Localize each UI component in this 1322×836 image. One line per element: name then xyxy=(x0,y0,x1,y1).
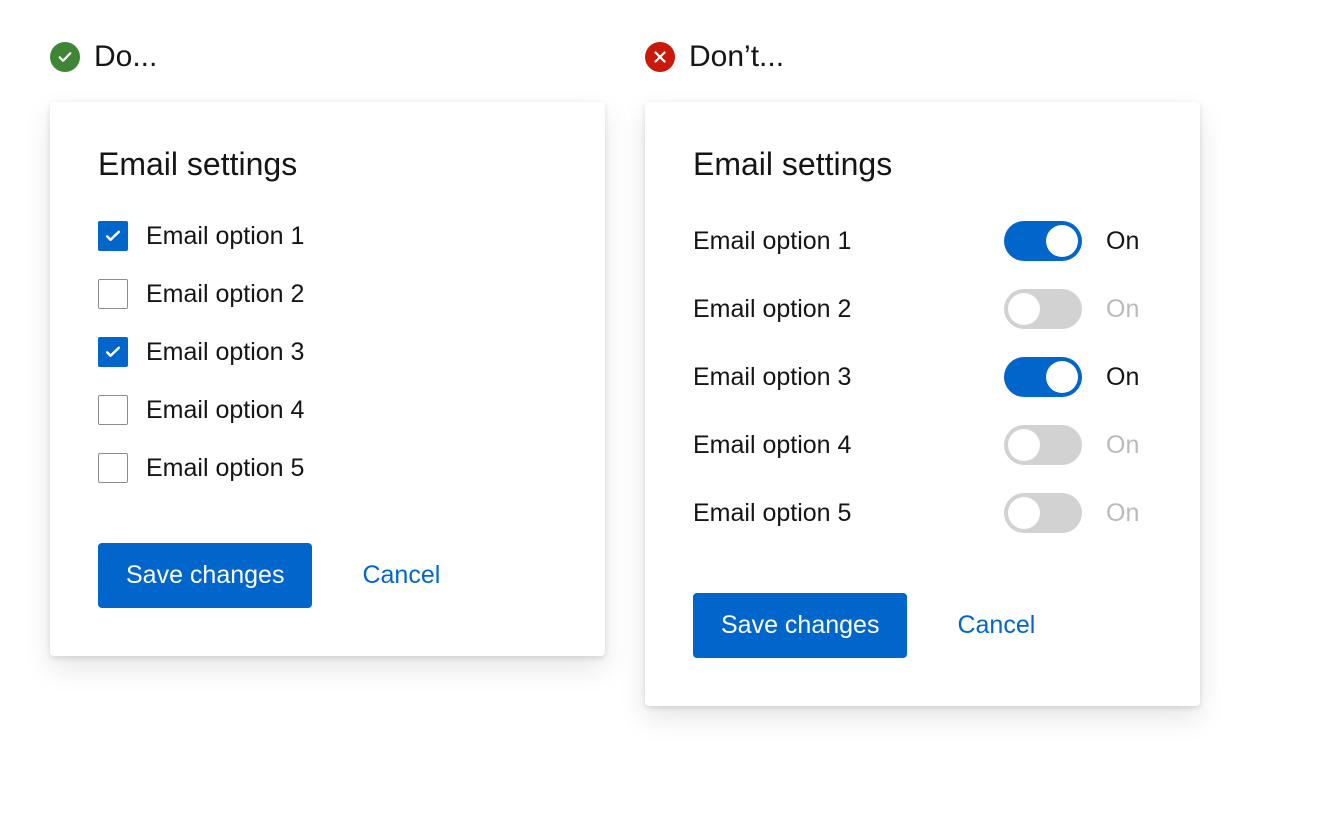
switch-row: Email option 4 On xyxy=(693,425,1152,465)
switch-label: Email option 5 xyxy=(693,499,980,528)
checkbox[interactable] xyxy=(98,279,128,309)
dont-header: Don’t... xyxy=(645,40,1200,74)
do-heading: Do... xyxy=(94,40,157,74)
checkbox-label: Email option 2 xyxy=(146,280,304,309)
checkbox-row: Email option 4 xyxy=(98,395,557,425)
dont-card: Email settings Email option 1 On Email o… xyxy=(645,102,1200,706)
checkbox[interactable] xyxy=(98,337,128,367)
do-card: Email settings Email option 1 Email opti… xyxy=(50,102,605,656)
checkbox[interactable] xyxy=(98,395,128,425)
close-circle-icon xyxy=(645,42,675,72)
switch-label: Email option 4 xyxy=(693,431,980,460)
do-options-list: Email option 1 Email option 2 Email opti… xyxy=(98,221,557,483)
checkbox-label: Email option 3 xyxy=(146,338,304,367)
checkbox-label: Email option 4 xyxy=(146,396,304,425)
switch-toggle[interactable] xyxy=(1004,221,1082,261)
save-button[interactable]: Save changes xyxy=(98,543,312,608)
checkbox-label: Email option 5 xyxy=(146,454,304,483)
dont-actions: Save changes Cancel xyxy=(693,593,1152,658)
switch-row: Email option 5 On xyxy=(693,493,1152,533)
checkbox-label: Email option 1 xyxy=(146,222,304,251)
do-card-title: Email settings xyxy=(98,146,557,183)
switch-row: Email option 3 On xyxy=(693,357,1152,397)
dont-heading: Don’t... xyxy=(689,40,784,74)
dont-card-title: Email settings xyxy=(693,146,1152,183)
do-column: Do... Email settings Email option 1 Emai… xyxy=(50,40,605,706)
dont-column: Don’t... Email settings Email option 1 O… xyxy=(645,40,1200,706)
cancel-button[interactable]: Cancel xyxy=(362,561,440,590)
checkbox[interactable] xyxy=(98,221,128,251)
switch-state: On xyxy=(1106,499,1152,528)
switch-label: Email option 1 xyxy=(693,227,980,256)
checkbox-row: Email option 1 xyxy=(98,221,557,251)
save-button[interactable]: Save changes xyxy=(693,593,907,658)
switch-toggle[interactable] xyxy=(1004,357,1082,397)
dont-options-list: Email option 1 On Email option 2 On Emai… xyxy=(693,221,1152,533)
do-header: Do... xyxy=(50,40,605,74)
switch-label: Email option 2 xyxy=(693,295,980,324)
checkbox[interactable] xyxy=(98,453,128,483)
switch-toggle[interactable] xyxy=(1004,289,1082,329)
check-circle-icon xyxy=(50,42,80,72)
checkbox-row: Email option 5 xyxy=(98,453,557,483)
switch-row: Email option 2 On xyxy=(693,289,1152,329)
checkbox-row: Email option 2 xyxy=(98,279,557,309)
switch-state: On xyxy=(1106,227,1152,256)
do-actions: Save changes Cancel xyxy=(98,543,557,608)
switch-row: Email option 1 On xyxy=(693,221,1152,261)
checkbox-row: Email option 3 xyxy=(98,337,557,367)
switch-toggle[interactable] xyxy=(1004,425,1082,465)
switch-state: On xyxy=(1106,431,1152,460)
switch-label: Email option 3 xyxy=(693,363,980,392)
cancel-button[interactable]: Cancel xyxy=(957,611,1035,640)
switch-state: On xyxy=(1106,295,1152,324)
switch-state: On xyxy=(1106,363,1152,392)
switch-toggle[interactable] xyxy=(1004,493,1082,533)
